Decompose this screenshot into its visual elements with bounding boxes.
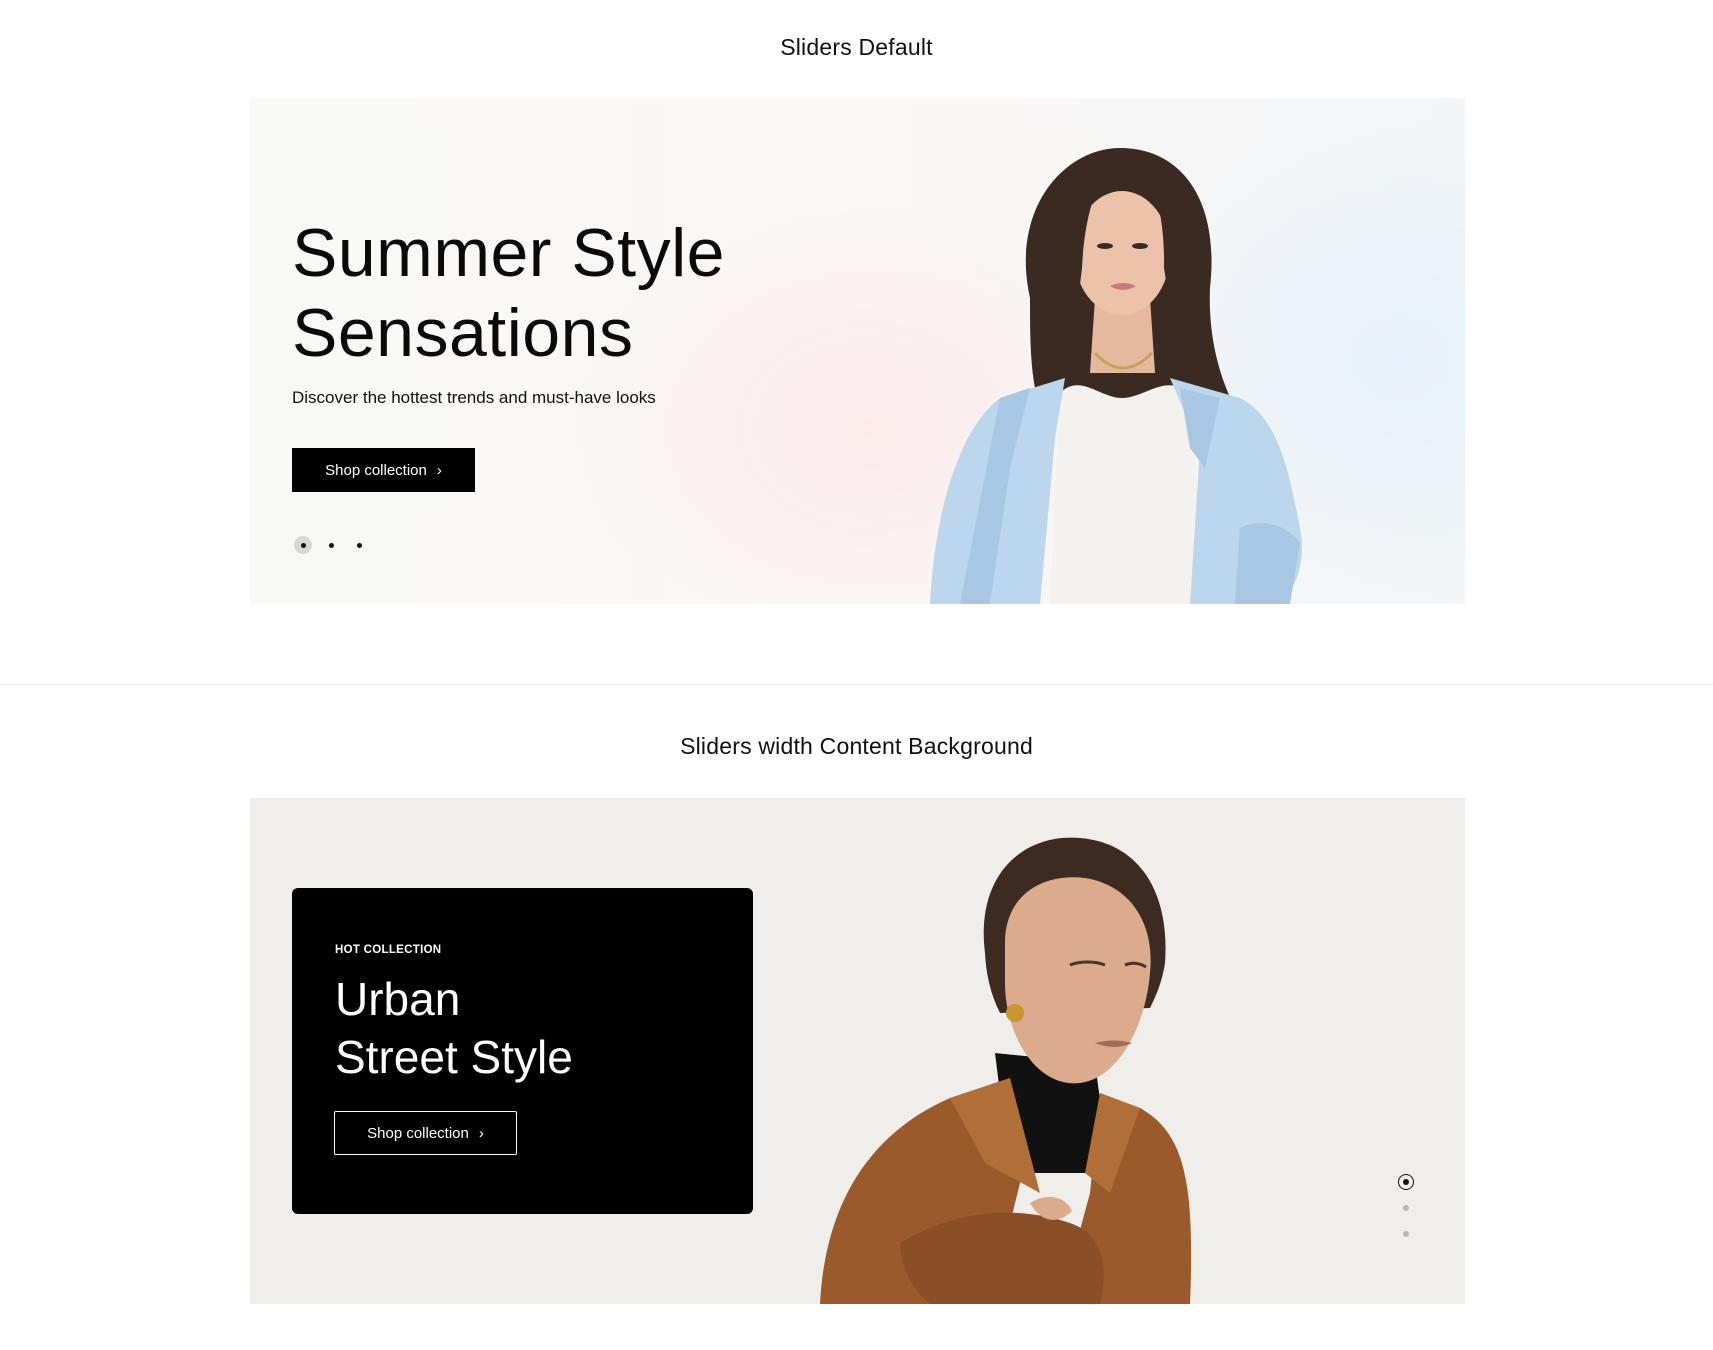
collection-tag: HOT COLLECTION bbox=[335, 944, 442, 956]
pagination-dot-1[interactable] bbox=[294, 536, 312, 554]
chevron-right-icon: › bbox=[478, 1124, 484, 1142]
model-image-blue-blazer bbox=[930, 148, 1302, 604]
shop-collection-button[interactable]: Shop collection › bbox=[292, 448, 475, 492]
card-heading-line-2: Street Style bbox=[335, 1031, 573, 1083]
slider-content-background: HOT COLLECTION Urban Street Style Shop c… bbox=[250, 798, 1465, 1304]
model-image-leather-jacket bbox=[820, 837, 1192, 1304]
shop-collection-outline-button[interactable]: Shop collection › bbox=[334, 1111, 517, 1155]
shop-collection-label: Shop collection bbox=[325, 461, 427, 479]
slide-heading-line-1: Summer Style bbox=[292, 215, 725, 291]
content-card: HOT COLLECTION Urban Street Style Shop c… bbox=[292, 888, 753, 1214]
slide-subtitle: Discover the hottest trends and must-hav… bbox=[292, 388, 656, 407]
slider-pagination-vertical bbox=[1398, 1174, 1414, 1242]
shop-collection-label: Shop collection bbox=[367, 1124, 469, 1142]
card-heading-line-1: Urban bbox=[335, 973, 461, 1025]
pagination-dot-2[interactable] bbox=[1398, 1200, 1414, 1216]
slider-pagination bbox=[294, 536, 368, 554]
slider-default: Summer Style Sensations Discover the hot… bbox=[250, 98, 1465, 604]
slide-heading: Summer Style Sensations bbox=[292, 213, 892, 373]
pagination-dot-2[interactable] bbox=[322, 536, 340, 554]
card-heading: Urban Street Style bbox=[335, 970, 715, 1086]
section-title-default: Sliders Default bbox=[780, 34, 933, 60]
pagination-dot-3[interactable] bbox=[350, 536, 368, 554]
section-title-content-background: Sliders width Content Background bbox=[680, 733, 1033, 759]
section-divider bbox=[0, 684, 1713, 685]
pagination-dot-1[interactable] bbox=[1398, 1174, 1414, 1190]
pagination-dot-3[interactable] bbox=[1398, 1226, 1414, 1242]
slide-heading-line-2: Sensations bbox=[292, 295, 634, 371]
chevron-right-icon: › bbox=[436, 461, 442, 479]
